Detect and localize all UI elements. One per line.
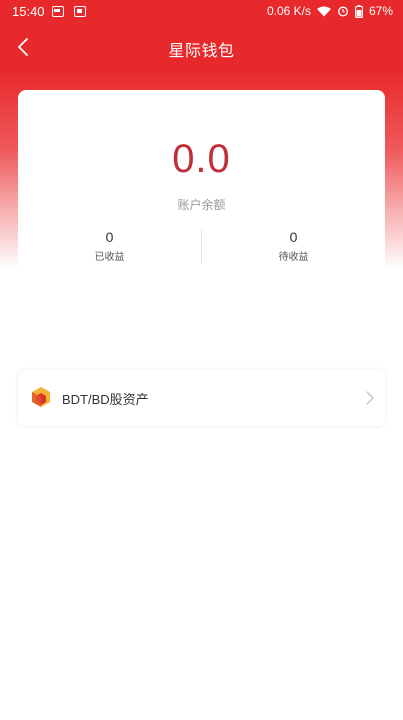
battery-percent: 67% bbox=[368, 4, 393, 18]
status-right: 0.06 K/s 67% bbox=[267, 4, 393, 18]
gallery-notification-icon bbox=[74, 6, 86, 17]
wifi-icon bbox=[316, 6, 331, 16]
earned-value: 0 bbox=[105, 229, 114, 245]
battery-icon bbox=[355, 4, 363, 18]
app-header: 星际钱包 bbox=[0, 24, 403, 70]
pending-value: 0 bbox=[289, 229, 298, 245]
pending-label: 待收益 bbox=[278, 252, 309, 263]
chevron-right-icon bbox=[366, 391, 374, 405]
earned-stat: 0 已收益 bbox=[18, 228, 201, 263]
asset-hexagon-icon bbox=[32, 387, 50, 407]
pending-stat: 0 待收益 bbox=[202, 228, 385, 263]
notification-app-icon bbox=[52, 6, 64, 17]
page-title: 星际钱包 bbox=[168, 41, 235, 60]
bdt-asset-row[interactable]: BDT/BD股资产 bbox=[18, 370, 385, 426]
earned-label: 已收益 bbox=[94, 252, 125, 263]
status-bar: 15:40 0.06 K/s 67% bbox=[0, 0, 403, 24]
balance-amount: 0.0 bbox=[172, 137, 231, 181]
balance-label: 账户余额 bbox=[177, 198, 226, 212]
alarm-icon bbox=[338, 6, 348, 17]
balance-card: 0.0 账户余额 0 已收益 0 待收益 bbox=[18, 90, 385, 280]
status-time: 15:40 bbox=[12, 4, 45, 19]
wallet-screen: 15:40 0.06 K/s 67% 星际钱包 0.0 账户余额 0 已收益 0… bbox=[0, 0, 403, 720]
earnings-stats: 0 已收益 0 待收益 bbox=[18, 228, 385, 268]
network-speed: 0.06 K/s bbox=[266, 4, 311, 18]
asset-label: BDT/BD股资产 bbox=[62, 392, 149, 407]
